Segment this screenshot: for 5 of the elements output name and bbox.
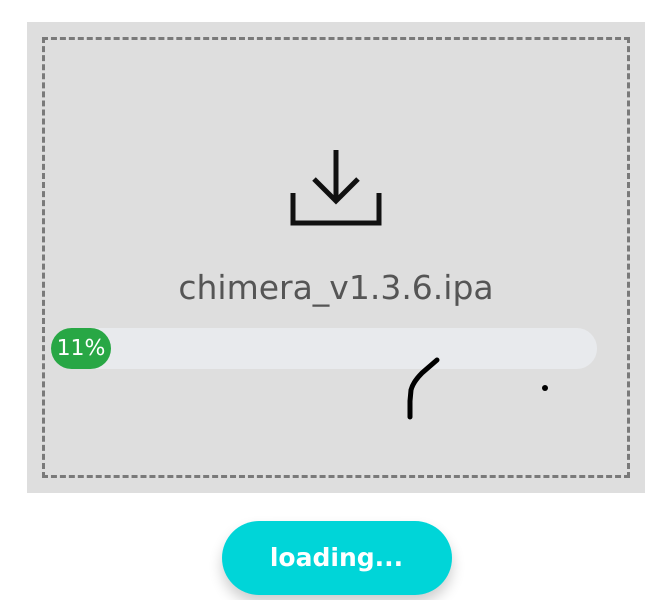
loading-button[interactable]: loading...: [222, 521, 452, 595]
progress-reading: 11%: [56, 335, 106, 363]
download-icon: [290, 148, 382, 226]
file-name: chimera_v1.3.6.ipa: [178, 268, 494, 308]
dot-mark: [542, 385, 548, 391]
